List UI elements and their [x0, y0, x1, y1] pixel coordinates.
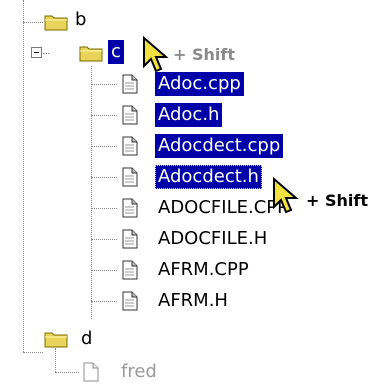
file-label[interactable]: Adoc.cpp: [155, 72, 244, 96]
file-label[interactable]: AFRM.H: [155, 289, 231, 313]
file-icon[interactable]: [121, 105, 139, 125]
file-icon[interactable]: [82, 362, 100, 382]
file-label[interactable]: Adocdect.h: [155, 165, 262, 189]
folder-label-c[interactable]: c: [108, 40, 124, 64]
folder-icon[interactable]: [44, 330, 68, 348]
tree-line: [91, 208, 117, 209]
collapse-toggle[interactable]: [31, 47, 42, 58]
file-label[interactable]: Adocdect.cpp: [155, 134, 284, 158]
file-icon[interactable]: [121, 74, 139, 94]
file-label[interactable]: ADOCFILE.H: [155, 227, 270, 251]
tree-line: [91, 115, 117, 116]
tree-line: [43, 53, 49, 54]
file-icon[interactable]: [121, 136, 139, 156]
tree-line: [23, 352, 43, 353]
file-icon[interactable]: [121, 198, 139, 218]
file-label[interactable]: AFRM.CPP: [155, 258, 252, 282]
folder-label-d[interactable]: d: [78, 327, 95, 351]
file-label[interactable]: Adoc.h: [155, 103, 223, 127]
file-icon[interactable]: [121, 260, 139, 280]
pointer-cursor-icon: [270, 176, 304, 217]
tree-line: [91, 84, 117, 85]
tree-line: [91, 146, 117, 147]
tree-view: b c + Shift Adoc.cpp Adoc.h Adocdect.cpp Ad…: [0, 0, 380, 383]
shift-modifier-hint: + Shift: [173, 45, 235, 64]
file-icon[interactable]: [121, 167, 139, 187]
file-icon[interactable]: [121, 291, 139, 311]
pointer-cursor-icon: [140, 35, 174, 76]
file-icon[interactable]: [121, 229, 139, 249]
tree-line: [91, 239, 117, 240]
file-label-fred[interactable]: fred: [118, 360, 160, 384]
shift-modifier-hint: + Shift: [306, 191, 368, 210]
folder-label-b[interactable]: b: [72, 8, 89, 32]
tree-line: [91, 177, 117, 178]
tree-line: [91, 301, 117, 302]
tree-line: [91, 270, 117, 271]
tree-line: [23, 0, 24, 352]
tree-line: [23, 22, 43, 23]
tree-line: [91, 66, 92, 319]
folder-icon[interactable]: [44, 13, 68, 31]
folder-icon[interactable]: [79, 44, 103, 62]
tree-line: [55, 348, 56, 372]
tree-line: [55, 372, 79, 373]
